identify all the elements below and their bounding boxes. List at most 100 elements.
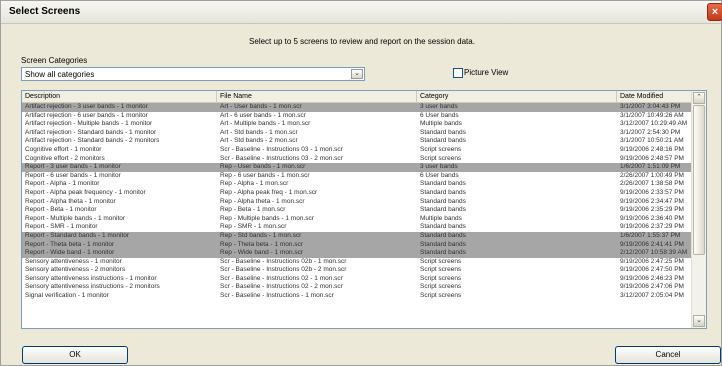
category-cell: Standard bands (420, 249, 466, 257)
screen-categories-label: Screen Categories (21, 56, 88, 65)
date-modified-cell: 9/19/2006 2:36:40 PM (620, 214, 684, 222)
date-modified-cell: 3/1/2007 2:54:30 PM (620, 128, 681, 136)
description-cell: Report - 3 user bands - 1 monitor (25, 163, 121, 171)
table-row[interactable]: Sensory attentiveness - 1 monitor Scr - B… (22, 258, 692, 267)
table-row[interactable]: Report - Alpha peak frequency - 1 monito… (22, 189, 692, 198)
file-name-cell: Rep - Beta - 1 mon.scr (220, 206, 286, 214)
description-cell: Artifact rejection - 6 user bands - 1 mo… (25, 111, 148, 119)
cancel-button[interactable]: Cancel (615, 346, 721, 364)
table-row[interactable]: Sensory attentiveness instructions - 1 m… (22, 275, 692, 284)
date-modified-cell: 1/6/2007 1:51:09 PM (620, 163, 681, 171)
description-cell: Sensory attentiveness - 2 monitors (25, 266, 126, 274)
description-cell: Artifact rejection - 3 user bands - 1 mo… (25, 103, 148, 110)
date-modified-cell: 9/19/2006 2:35:29 PM (620, 206, 684, 214)
category-cell: Multiple bands (420, 214, 462, 222)
description-cell: Artifact rejection - Standard bands - 1 … (25, 128, 157, 136)
table-row[interactable]: Sensory attentiveness instructions - 2 m… (22, 283, 692, 292)
ok-button[interactable]: OK (22, 346, 128, 364)
table-row[interactable]: Cognitive effort - 2 monitors Scr - Basel… (22, 155, 692, 164)
table-row[interactable]: Sensory attentiveness - 2 monitors Scr - … (22, 266, 692, 275)
category-cell: Script screens (420, 292, 462, 300)
description-cell: Signal verification - 1 monitor (25, 292, 109, 300)
date-modified-cell: 3/12/2007 10:29:49 AM (620, 120, 688, 128)
table-row[interactable]: Report - Theta beta - 1 monitor Rep - The… (22, 240, 692, 250)
date-modified-cell: 3/1/2007 10:49:26 AM (620, 111, 684, 119)
table-row[interactable]: Report - Standard bands - 1 monitor Rep -… (22, 231, 692, 241)
description-cell: Cognitive effort - 2 monitors (25, 154, 105, 162)
date-modified-cell: 9/19/2006 2:47:06 PM (620, 283, 684, 291)
table-row[interactable]: Report - Multiple bands - 1 monitor Rep -… (22, 215, 692, 224)
description-cell: Artifact rejection - Multiple bands - 1 … (25, 120, 153, 128)
file-name-cell: Art - 6 user bands - 1 mon.scr (220, 111, 306, 119)
column-header-category[interactable]: Category (417, 91, 617, 102)
vertical-scrollbar[interactable]: ⌃ ⌄ (691, 91, 706, 328)
date-modified-cell: 9/19/2006 2:48:16 PM (620, 145, 684, 153)
description-cell: Sensory attentiveness - 1 monitor (25, 257, 122, 265)
date-modified-cell: 2/26/2007 1:38:58 PM (620, 180, 684, 188)
column-header-file-name[interactable]: File Name (217, 91, 417, 102)
date-modified-cell: 9/19/2006 2:46:23 PM (620, 274, 684, 282)
category-cell: Standard bands (420, 137, 466, 145)
file-name-cell: Rep - Alpha theta - 1 mon.scr (220, 197, 305, 205)
scroll-up-icon[interactable]: ⌃ (693, 92, 705, 104)
table-row[interactable]: Artifact rejection - 3 user bands - 1 mo… (22, 103, 692, 112)
category-cell: 6 User bands (420, 171, 459, 179)
category-cell: 3 user bands (420, 103, 458, 110)
table-row[interactable]: Cognitive effort - 1 monitor Scr - Baseli… (22, 146, 692, 155)
list-rows: Artifact rejection - 3 user bands - 1 mo… (22, 103, 692, 301)
table-row[interactable]: Report - 3 user bands - 1 monitor Rep - U… (22, 163, 692, 172)
screens-list[interactable]: Description File Name Category Date Modi… (21, 90, 707, 329)
table-row[interactable]: Artifact rejection - Multiple bands - 1 … (22, 120, 692, 129)
date-modified-cell: 9/19/2006 2:33:57 PM (620, 188, 684, 196)
picture-view-checkbox[interactable] (453, 68, 463, 78)
category-cell: Script screens (420, 283, 462, 291)
table-row[interactable]: Report - SMR - 1 monitor Rep - SMR - 1 mo… (22, 223, 692, 232)
category-cell: Script screens (420, 257, 462, 265)
table-row[interactable]: Artifact rejection - 6 user bands - 1 mo… (22, 112, 692, 121)
dialog-title: Select Screens (9, 6, 81, 17)
column-header-description[interactable]: Description (22, 91, 217, 102)
dropdown-selected-value: Show all categories (25, 70, 95, 79)
date-modified-cell: 3/1/2007 10:50:21 AM (620, 137, 684, 145)
description-cell: Report - Alpha theta - 1 monitor (25, 197, 116, 205)
file-name-cell: Rep - Alpha peak freq - 1 mon.scr (220, 188, 318, 196)
table-row[interactable]: Artifact rejection - Standard bands - 2 … (22, 137, 692, 146)
category-cell: Multiple bands (420, 120, 462, 128)
date-modified-cell: 9/19/2006 2:47:50 PM (620, 266, 684, 274)
file-name-cell: Rep - SMR - 1 mon.scr (220, 223, 287, 231)
file-name-cell: Scr - Baseline - Instructions 02b - 2 mo… (220, 266, 347, 274)
category-cell: Script screens (420, 266, 462, 274)
file-name-cell: Scr - Baseline - Instructions 03 - 2 mon… (220, 154, 343, 162)
screen-categories-dropdown[interactable]: Show all categories ⌄ (21, 67, 365, 81)
table-row[interactable]: Report - Alpha theta - 1 monitor Rep - Al… (22, 198, 692, 207)
picture-view-label[interactable]: Picture View (464, 68, 508, 77)
scrollbar-thumb[interactable] (693, 105, 705, 255)
column-header-date-modified[interactable]: Date Modified (617, 91, 692, 102)
table-row[interactable]: Report - 6 user bands - 1 monitor Rep - 6… (22, 172, 692, 181)
select-screens-dialog: Select Screens × Select up to 5 screens … (0, 0, 722, 366)
table-row[interactable]: Signal verification - 1 monitor Scr - Bas… (22, 292, 692, 301)
category-cell: Standard bands (420, 197, 466, 205)
date-modified-cell: 3/12/2007 2:05:04 PM (620, 292, 684, 300)
category-cell: 6 User bands (420, 111, 459, 119)
description-cell: Report - 6 user bands - 1 monitor (25, 171, 121, 179)
category-cell: Standard bands (420, 128, 466, 136)
date-modified-cell: 3/1/2007 3:04:43 PM (620, 103, 681, 110)
scroll-down-icon[interactable]: ⌄ (693, 315, 705, 327)
description-cell: Sensory attentiveness instructions - 2 m… (25, 283, 160, 291)
date-modified-cell: 9/19/2006 2:37:29 PM (620, 223, 684, 231)
file-name-cell: Rep - 6 user bands - 1 mon.scr (220, 171, 310, 179)
file-name-cell: Rep - User bands - 1 mon.scr (220, 163, 306, 171)
description-cell: Artifact rejection - Standard bands - 2 … (25, 137, 160, 145)
table-row[interactable]: Report - Alpha - 1 monitor Rep - Alpha - … (22, 180, 692, 189)
category-cell: Standard bands (420, 180, 466, 188)
table-row[interactable]: Report - Wide band - 1 monitor Rep - Wide… (22, 249, 692, 258)
table-row[interactable]: Artifact rejection - Standard bands - 1 … (22, 129, 692, 138)
close-button[interactable]: × (707, 3, 722, 21)
description-cell: Report - Alpha - 1 monitor (25, 180, 100, 188)
category-cell: Standard bands (420, 223, 466, 231)
category-cell: 3 user bands (420, 163, 458, 171)
chevron-down-icon[interactable]: ⌄ (351, 69, 363, 79)
title-bar[interactable]: Select Screens × (1, 1, 722, 24)
table-row[interactable]: Report - Beta - 1 monitor Rep - Beta - 1 … (22, 206, 692, 215)
